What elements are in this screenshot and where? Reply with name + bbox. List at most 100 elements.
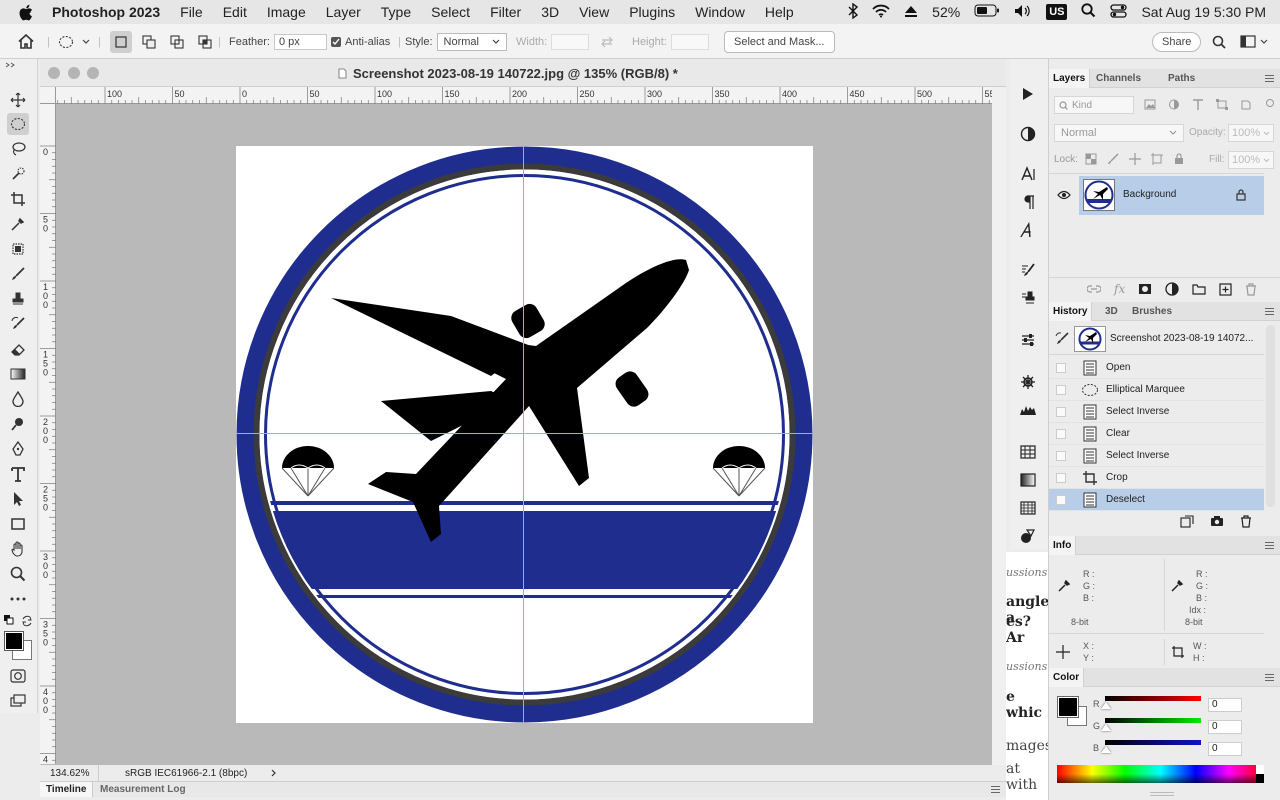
red-value-input[interactable]: 0 xyxy=(1208,698,1242,712)
info-bit-depth[interactable]: 8-bit xyxy=(1185,617,1203,627)
swap-colors-icon[interactable] xyxy=(21,615,33,627)
close-window-button[interactable] xyxy=(48,67,60,79)
gradient-tool[interactable] xyxy=(7,363,29,385)
menu-type[interactable]: Type xyxy=(381,4,411,20)
select-and-mask-button[interactable]: Select and Mask... xyxy=(724,30,835,53)
tab-layers[interactable]: Layers xyxy=(1049,69,1091,88)
home-button[interactable] xyxy=(18,24,34,59)
smart-object-filter-icon[interactable] xyxy=(1240,99,1252,110)
intersect-selection-button[interactable] xyxy=(194,31,216,53)
tab-info[interactable]: Info xyxy=(1049,536,1077,555)
info-bit-depth[interactable]: 8-bit xyxy=(1071,617,1089,627)
tab-channels[interactable]: Channels xyxy=(1092,69,1145,88)
swap-dimensions-button[interactable] xyxy=(600,24,614,59)
volume-icon[interactable] xyxy=(1014,4,1032,21)
screen-mode-button[interactable] xyxy=(7,690,29,712)
search-button[interactable] xyxy=(1212,24,1226,59)
panel-menu-icon[interactable] xyxy=(1265,674,1274,681)
delete-layer-icon[interactable] xyxy=(1245,282,1257,296)
vertical-scrollbar[interactable] xyxy=(992,87,1006,765)
bluetooth-icon[interactable] xyxy=(848,2,859,22)
input-source-badge[interactable]: US xyxy=(1046,4,1068,20)
menu-file[interactable]: File xyxy=(180,4,203,20)
vertical-guide[interactable] xyxy=(523,146,524,723)
menu-filter[interactable]: Filter xyxy=(490,4,521,20)
foreground-color-swatch[interactable] xyxy=(4,631,24,651)
tab-history[interactable]: History xyxy=(1049,302,1093,321)
gradients-panel-button[interactable] xyxy=(1017,469,1039,491)
color-panel-foreground-swatch[interactable] xyxy=(1057,696,1079,718)
pixel-filter-icon[interactable] xyxy=(1144,99,1156,110)
control-center-icon[interactable] xyxy=(1110,3,1128,21)
filter-toggle[interactable] xyxy=(1266,99,1274,107)
pen-tool[interactable] xyxy=(7,438,29,460)
blur-tool[interactable] xyxy=(7,388,29,410)
layer-filter-kind[interactable]: Kind xyxy=(1054,96,1134,114)
tab-measurement-log[interactable]: Measurement Log xyxy=(100,782,186,797)
minimize-window-button[interactable] xyxy=(68,67,80,79)
image-canvas[interactable] xyxy=(236,146,813,723)
vertical-ruler[interactable]: 0501001502002503003504004 xyxy=(40,104,56,765)
crop-tool[interactable] xyxy=(7,188,29,210)
navigator-panel-button[interactable] xyxy=(1017,371,1039,393)
type-filter-icon[interactable] xyxy=(1192,99,1204,110)
history-item[interactable]: Select Inverse xyxy=(1049,401,1264,423)
history-scrollbar[interactable] xyxy=(1266,325,1275,507)
lock-position-icon[interactable] xyxy=(1129,153,1141,165)
menu-window[interactable]: Window xyxy=(695,4,745,20)
antialias-checkbox[interactable] xyxy=(331,36,341,47)
lock-image-pixels-icon[interactable] xyxy=(1107,153,1119,165)
new-document-from-state-icon[interactable] xyxy=(1180,515,1194,528)
green-slider-thumb[interactable] xyxy=(1101,724,1111,731)
add-mask-icon[interactable] xyxy=(1138,283,1152,295)
layer-row-background[interactable]: Background xyxy=(1079,176,1264,215)
history-item-selected[interactable]: Deselect xyxy=(1049,489,1264,511)
menu-3d[interactable]: 3D xyxy=(541,4,559,20)
type-tool[interactable] xyxy=(7,463,29,485)
history-item[interactable]: Open xyxy=(1049,357,1264,379)
object-selection-tool[interactable] xyxy=(7,163,29,185)
clone-source-button[interactable] xyxy=(1017,287,1039,309)
menu-select[interactable]: Select xyxy=(431,4,470,20)
history-snapshot-row[interactable]: Screenshot 2023-08-19 14072... xyxy=(1049,323,1264,355)
quick-mask-button[interactable] xyxy=(7,665,29,687)
opacity-input[interactable]: 100% xyxy=(1228,124,1274,142)
history-source-checkbox[interactable] xyxy=(1056,384,1066,395)
share-button[interactable]: Share xyxy=(1152,31,1202,52)
hand-tool[interactable] xyxy=(7,538,29,560)
tab-timeline[interactable]: Timeline xyxy=(40,782,94,797)
menu-plugins[interactable]: Plugins xyxy=(629,4,675,20)
lasso-tool[interactable] xyxy=(7,138,29,160)
workspace-switcher[interactable] xyxy=(1240,24,1268,59)
ruler-origin[interactable] xyxy=(40,87,56,104)
spot-healing-tool[interactable] xyxy=(7,238,29,260)
color-spectrum-bar[interactable] xyxy=(1057,765,1264,783)
color-profile-info[interactable]: sRGB IEC61966-2.1 (8bpc) xyxy=(125,768,247,779)
actions-panel-button[interactable] xyxy=(1017,83,1039,105)
camera-snapshot-icon[interactable] xyxy=(1210,515,1224,527)
blend-mode-select[interactable]: Normal xyxy=(1054,124,1184,142)
patterns-panel-button[interactable] xyxy=(1017,497,1039,519)
menu-edit[interactable]: Edit xyxy=(223,4,247,20)
new-selection-button[interactable] xyxy=(110,30,132,53)
eject-icon[interactable] xyxy=(904,4,918,21)
menu-layer[interactable]: Layer xyxy=(326,4,361,20)
horizontal-guide[interactable] xyxy=(236,433,813,434)
default-colors-icon[interactable] xyxy=(4,615,14,625)
path-selection-tool[interactable] xyxy=(7,488,29,510)
red-slider-thumb[interactable] xyxy=(1101,702,1111,709)
history-brush-tool[interactable] xyxy=(7,313,29,335)
adjustment-filter-icon[interactable] xyxy=(1168,99,1180,110)
tab-brushes[interactable]: Brushes xyxy=(1128,302,1176,321)
history-item[interactable]: Clear xyxy=(1049,423,1264,445)
layer-lock-icon[interactable] xyxy=(1236,189,1246,201)
swatches-panel-button[interactable] xyxy=(1017,441,1039,463)
history-source-checkbox[interactable] xyxy=(1056,450,1066,461)
visibility-eye-icon[interactable] xyxy=(1057,190,1071,200)
app-menu[interactable]: Photoshop 2023 xyxy=(52,4,160,20)
horizontal-ruler[interactable]: 10050050100150200250300350400450500550 xyxy=(56,87,1000,104)
clone-stamp-tool[interactable] xyxy=(7,288,29,310)
subtract-selection-button[interactable] xyxy=(166,31,188,53)
red-slider-track[interactable] xyxy=(1105,696,1201,701)
menu-help[interactable]: Help xyxy=(765,4,794,20)
